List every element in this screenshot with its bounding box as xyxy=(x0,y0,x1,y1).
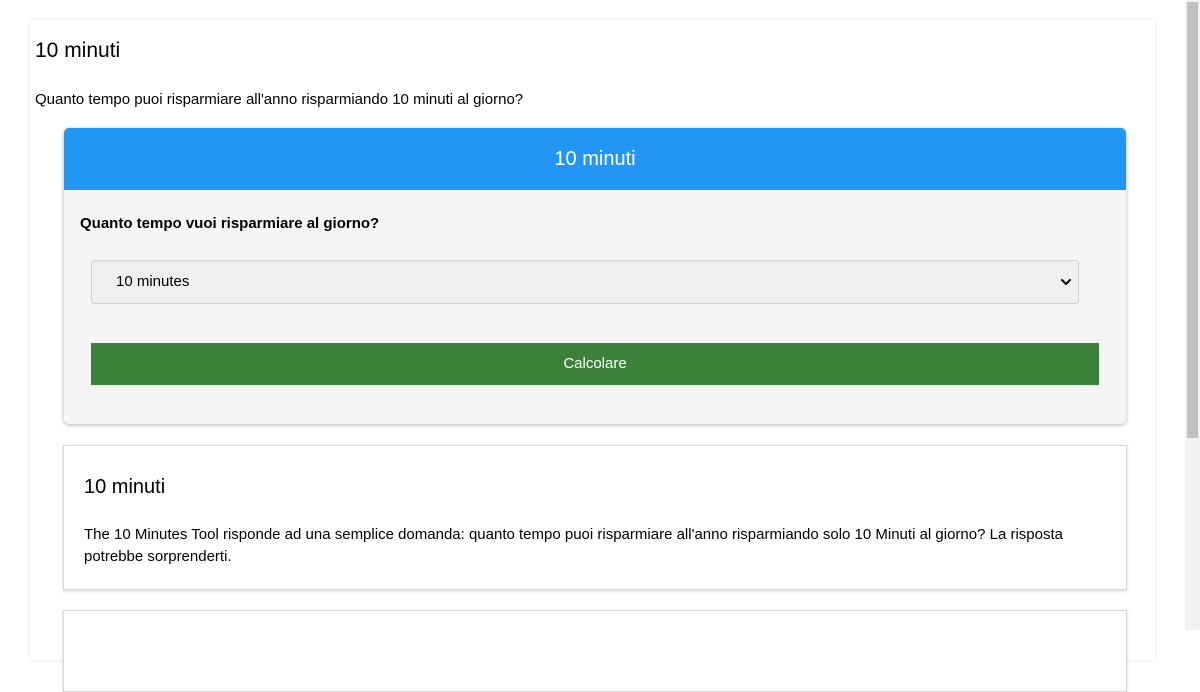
info-text: The 10 Minutes Tool risponde ad una semp… xyxy=(84,526,1063,565)
chevron-down-icon xyxy=(1061,279,1071,285)
page-title: 10 minuti xyxy=(35,39,121,62)
page-container: 10 minuti Quanto tempo puoi risparmiare … xyxy=(30,20,1155,692)
calculator-card: 10 minuti Quanto tempo vuoi risparmiare … xyxy=(64,128,1126,424)
page-intro: Quanto tempo puoi risparmiare all'anno r… xyxy=(35,91,524,108)
info-card: 10 minuti The 10 Minutes Tool risponde a… xyxy=(63,445,1127,590)
time-select[interactable]: 10 minutes xyxy=(91,260,1079,304)
vertical-scrollbar[interactable] xyxy=(1185,0,1200,630)
next-card xyxy=(63,610,1127,692)
calculator-header: 10 minuti xyxy=(64,128,1126,190)
calculator-question: Quanto tempo vuoi risparmiare al giorno? xyxy=(80,215,380,232)
info-title: 10 minuti xyxy=(84,476,166,498)
scrollbar-thumb[interactable] xyxy=(1187,2,1198,438)
time-select-value: 10 minutes xyxy=(116,273,190,290)
calculate-button[interactable]: Calcolare xyxy=(91,343,1099,385)
